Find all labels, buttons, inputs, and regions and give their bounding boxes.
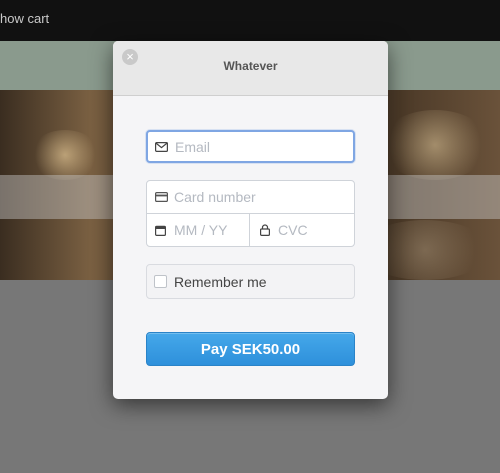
remember-me-label: Remember me — [174, 274, 267, 290]
modal-header: × Whatever — [113, 41, 388, 96]
lock-icon — [260, 214, 270, 246]
email-input[interactable] — [175, 132, 350, 161]
cvc-input[interactable] — [278, 214, 350, 246]
calendar-icon — [155, 214, 166, 246]
remember-me-checkbox[interactable] — [154, 275, 167, 288]
cvc-field — [249, 213, 355, 247]
envelope-icon — [155, 132, 168, 161]
bokeh-light — [30, 130, 100, 180]
card-number-field — [146, 180, 355, 214]
credit-card-icon — [155, 181, 168, 213]
remember-me-toggle[interactable]: Remember me — [146, 264, 355, 299]
show-cart-link[interactable]: how cart — [0, 11, 49, 26]
expiry-field — [146, 213, 250, 247]
checkout-modal: × Whatever Remember me Pay SEK50.00 — [113, 41, 388, 399]
expiry-input[interactable] — [174, 214, 246, 246]
card-number-input[interactable] — [174, 181, 349, 213]
modal-title: Whatever — [223, 59, 278, 73]
pay-button[interactable]: Pay SEK50.00 — [146, 332, 355, 366]
email-field — [146, 130, 355, 163]
top-nav-bar: how cart — [0, 0, 500, 41]
bokeh-light — [380, 110, 490, 180]
